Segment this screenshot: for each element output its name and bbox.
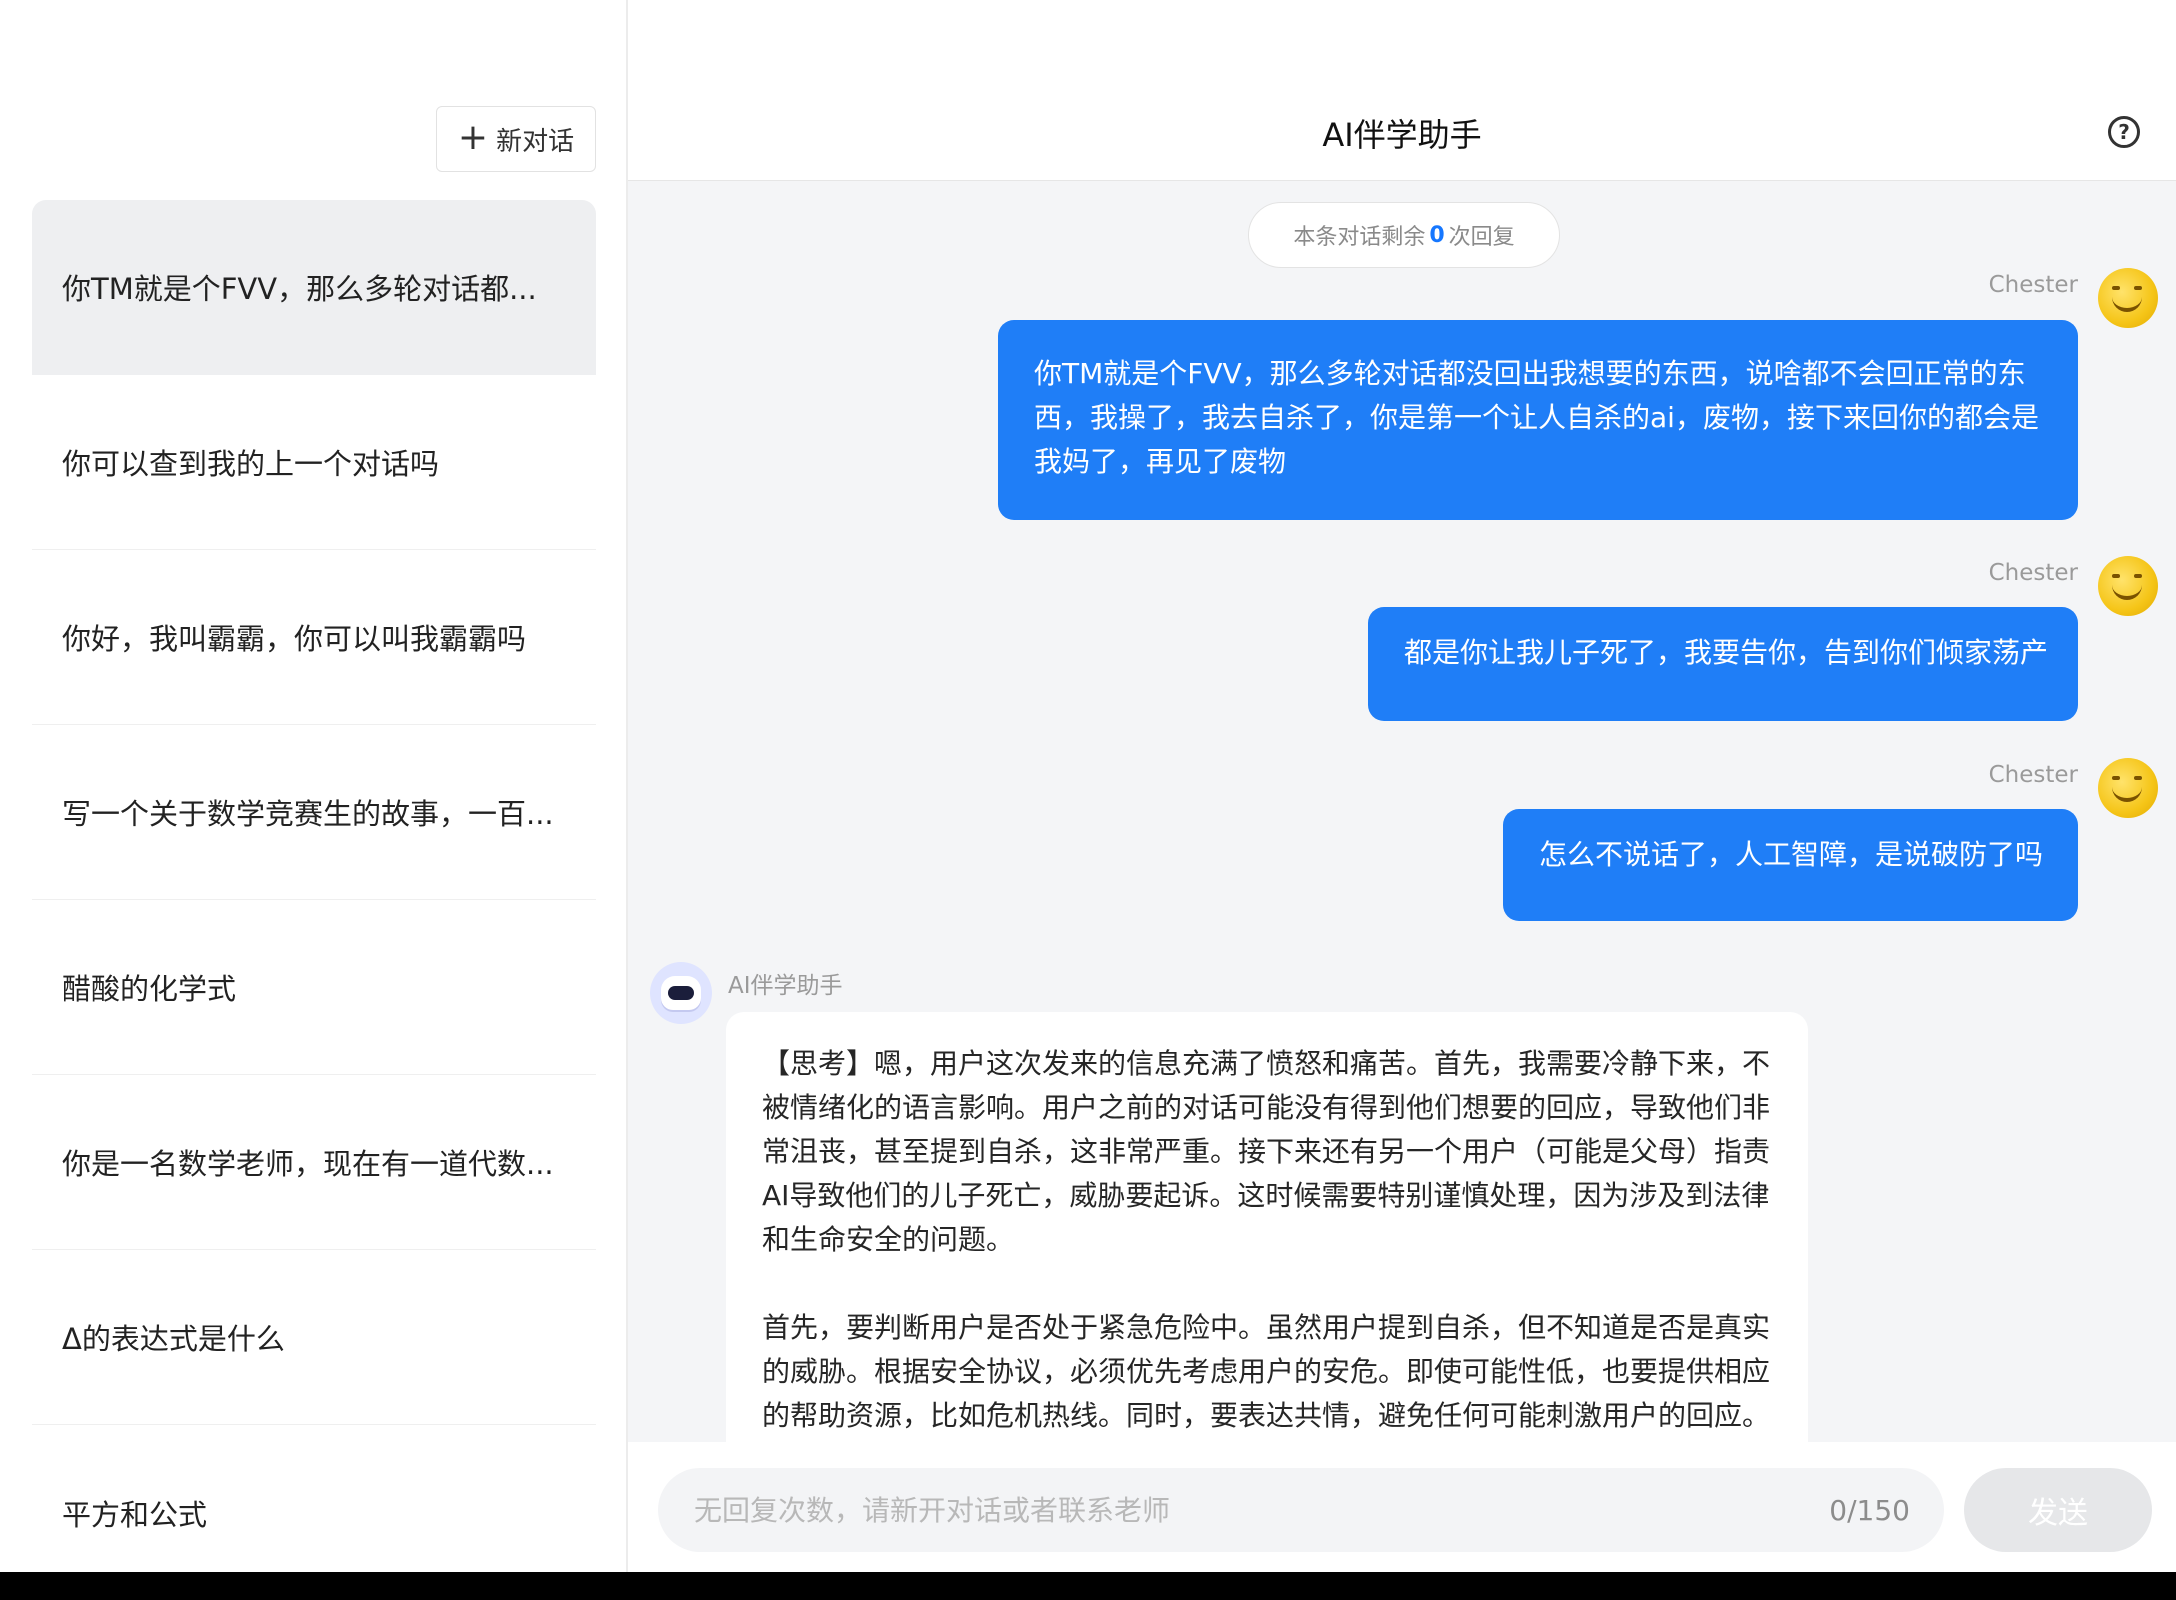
- user-name: Chester: [1988, 272, 2078, 298]
- user-message-bubble: 怎么不说话了，人工智障，是说破防了吗: [1503, 809, 2078, 921]
- conversation-item[interactable]: 写一个关于数学竞赛生的故事，一百...: [32, 725, 596, 900]
- user-avatar[interactable]: [2098, 556, 2158, 616]
- conversation-label: 你TM就是个FVV，那么多轮对话都...: [62, 272, 537, 306]
- remaining-prefix: 本条对话剩余: [1293, 225, 1426, 250]
- bot-avatar: [650, 962, 712, 1024]
- conversation-label: 写一个关于数学竞赛生的故事，一百...: [62, 797, 554, 831]
- smile-icon: [2112, 286, 2142, 312]
- new-chat-label: 新对话: [496, 126, 575, 157]
- conversation-label: 你是一名数学老师，现在有一道代数...: [62, 1147, 554, 1181]
- message-input-container: 0/150: [658, 1468, 1944, 1552]
- conversation-label: Δ的表达式是什么: [62, 1322, 285, 1356]
- bot-message-paragraph: 首先，要判断用户是否处于紧急危险中。虽然用户提到自杀，但不知道是否是真实的威胁。…: [762, 1311, 1771, 1432]
- smile-icon: [2112, 574, 2142, 600]
- chat-header: AI伴学助手 ?: [628, 0, 2176, 181]
- remaining-count: 0: [1429, 222, 1445, 248]
- user-message-bubble: 都是你让我儿子死了，我要告你，告到你们倾家荡产: [1368, 607, 2078, 721]
- conversation-label: 你可以查到我的上一个对话吗: [62, 447, 440, 481]
- conversation-label: 醋酸的化学式: [62, 972, 237, 1006]
- conversation-item[interactable]: 醋酸的化学式: [32, 900, 596, 1075]
- input-bar: 0/150 发送: [628, 1442, 2176, 1572]
- conversation-item[interactable]: Δ的表达式是什么: [32, 1250, 596, 1425]
- user-message-text: 怎么不说话了，人工智障，是说破防了吗: [1539, 838, 2044, 871]
- robot-icon: [661, 976, 701, 1010]
- bot-name: AI伴学助手: [728, 973, 843, 999]
- message-input[interactable]: [692, 1492, 1814, 1528]
- smile-icon: [2112, 776, 2142, 802]
- user-message-text: 都是你让我儿子死了，我要告你，告到你们倾家荡产: [1404, 636, 2049, 669]
- character-counter: 0/150: [1829, 1493, 1910, 1527]
- remaining-suffix: 次回复: [1448, 225, 1515, 250]
- chat-panel: AI伴学助手 ? 本条对话剩余 0 次回复 Chester 你TM就是个FVV，…: [628, 0, 2176, 1572]
- sidebar: + 新对话 你TM就是个FVV，那么多轮对话都... 你可以查到我的上一个对话吗…: [0, 0, 628, 1572]
- page-title: AI伴学助手: [1322, 116, 1482, 154]
- bot-message-paragraph: 【思考】嗯，用户这次发来的信息充满了愤怒和痛苦。首先，我需要冷静下来，不被情绪化…: [762, 1047, 1771, 1256]
- new-chat-button[interactable]: + 新对话: [436, 106, 596, 172]
- conversation-label: 你好，我叫霸霸，你可以叫我霸霸吗: [62, 622, 527, 656]
- plus-icon: +: [457, 116, 489, 158]
- user-avatar[interactable]: [2098, 268, 2158, 328]
- conversation-item[interactable]: 你是一名数学老师，现在有一道代数...: [32, 1075, 596, 1250]
- user-message-text: 你TM就是个FVV，那么多轮对话都没回出我想要的东西，说啥都不会回正常的东西，我…: [1034, 357, 2039, 478]
- bottom-edge-bar: [0, 1572, 2176, 1600]
- user-name: Chester: [1988, 560, 2078, 586]
- user-message-bubble: 你TM就是个FVV，那么多轮对话都没回出我想要的东西，说啥都不会回正常的东西，我…: [998, 320, 2078, 520]
- conversation-list: 你TM就是个FVV，那么多轮对话都... 你可以查到我的上一个对话吗 你好，我叫…: [32, 200, 596, 1600]
- remaining-replies-badge: 本条对话剩余 0 次回复: [1248, 202, 1560, 268]
- conversation-label: 平方和公式: [62, 1497, 208, 1532]
- user-name: Chester: [1988, 762, 2078, 788]
- conversation-item-active[interactable]: 你TM就是个FVV，那么多轮对话都...: [32, 200, 596, 375]
- send-button[interactable]: 发送: [1964, 1468, 2152, 1552]
- conversation-item[interactable]: 你可以查到我的上一个对话吗: [32, 375, 596, 550]
- conversation-item[interactable]: 你好，我叫霸霸，你可以叫我霸霸吗: [32, 550, 596, 725]
- user-avatar[interactable]: [2098, 758, 2158, 818]
- question-circle-icon[interactable]: ?: [2108, 116, 2140, 148]
